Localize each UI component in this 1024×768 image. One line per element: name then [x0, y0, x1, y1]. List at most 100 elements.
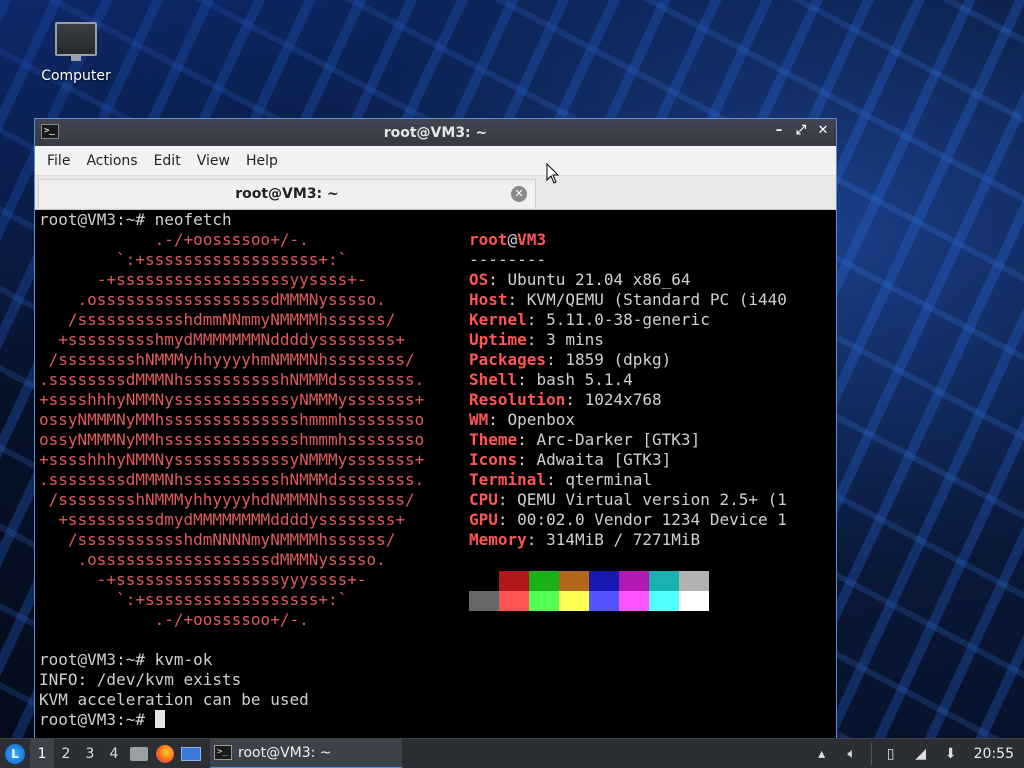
terminal-window: >_ root@VM3: ~ – ⤢ ✕ File Actions Edit V… [34, 118, 837, 738]
logo-line: /ssssssssssshdmNNNNmyNMMMMhssssss/ [39, 530, 396, 549]
folder-icon [130, 746, 148, 761]
info-row-memory: Memory: 314MiB / 7271MiB [469, 530, 701, 549]
window-titlebar[interactable]: >_ root@VM3: ~ – ⤢ ✕ [35, 119, 836, 146]
workspace-2[interactable]: 2 [54, 739, 78, 768]
color-swatch [469, 591, 499, 611]
logo-line: `:+ssssssssssssssssss+:` [39, 250, 348, 269]
close-button[interactable]: ✕ [816, 123, 830, 139]
command-line-kvm-ok: root@VM3:~# kvm-ok [39, 650, 213, 669]
info-row-resolution: Resolution: 1024x768 [469, 390, 662, 409]
logo-line: .-/+oossssoo+/-. [39, 230, 309, 249]
computer-desktop-icon[interactable]: Computer [36, 22, 116, 84]
workspace-4[interactable]: 4 [102, 739, 126, 768]
tray-separator [870, 743, 872, 765]
start-menu-button[interactable]: L [0, 739, 30, 768]
color-swatch [469, 571, 499, 591]
color-swatch [649, 571, 679, 591]
info-row-terminal: Terminal: qterminal [469, 470, 653, 489]
logo-line: /sssssssshNMMMyhhyyyyhmNMMMNhssssssss/ [39, 350, 415, 369]
maximize-button[interactable]: ⤢ [794, 123, 808, 139]
info-row-kernel: Kernel: 5.11.0-38-generic [469, 310, 710, 329]
color-swatch [649, 591, 679, 611]
text-cursor [154, 710, 165, 728]
info-row-packages: Packages: 1859 (dpkg) [469, 350, 672, 369]
lubuntu-logo-icon: L [5, 743, 25, 764]
color-swatch [619, 571, 649, 591]
color-swatch [499, 591, 529, 611]
color-swatch [559, 591, 589, 611]
menu-actions[interactable]: Actions [78, 153, 145, 169]
output-line: KVM acceleration can be used [39, 690, 309, 709]
tray-arrow-icon[interactable]: ▴ [807, 739, 837, 768]
tab-close-icon[interactable]: ✕ [511, 186, 527, 202]
taskbar: L 1 2 3 4 >_ root@VM3: ~ ▴ 🔈︎ ▯ ◢ ⬇︎ 20:… [0, 738, 1024, 768]
clipboard-icon[interactable]: ▯ [876, 739, 906, 768]
menu-view[interactable]: View [189, 153, 238, 169]
menu-help[interactable]: Help [238, 153, 286, 169]
color-palette [469, 571, 709, 611]
color-swatch [529, 571, 559, 591]
update-notifier-icon[interactable]: ⬇︎ [936, 739, 966, 768]
taskbar-task-terminal[interactable]: >_ root@VM3: ~ [210, 738, 402, 768]
info-row-wm: WM: Openbox [469, 410, 575, 429]
info-row-os: OS: Ubuntu 21.04 x86_64 [469, 270, 691, 289]
logo-line: +sssshhhyNMMNyssssssssssssyNMMMysssssss+ [39, 390, 425, 409]
color-swatch [589, 591, 619, 611]
info-row-uptime: Uptime: 3 mins [469, 330, 604, 349]
logo-line: .ssssssssdMMMNhsssssssssshNMMMdssssssss. [39, 470, 425, 489]
network-icon[interactable]: ◢ [906, 739, 936, 768]
logo-line: `:+ssssssssssssssssss+:` [39, 590, 348, 609]
menu-file[interactable]: File [39, 153, 78, 169]
workspace-3[interactable]: 3 [78, 739, 102, 768]
mouse-pointer-icon [546, 163, 560, 184]
clock[interactable]: 20:55 [966, 746, 1024, 762]
terminal-output[interactable]: root@VM3:~# neofetch .-/+oossssoo+/-. `:… [35, 210, 836, 738]
firefox-icon [156, 744, 174, 763]
color-swatch [559, 571, 589, 591]
logo-line: .-/+oossssoo+/-. [39, 610, 309, 629]
info-row-cpu: CPU: QEMU Virtual version 2.5+ (1 [469, 490, 787, 509]
color-swatch [589, 571, 619, 591]
info-row-icons: Icons: Adwaita [GTK3] [469, 450, 672, 469]
minimize-button[interactable]: – [772, 123, 786, 139]
computer-icon-label: Computer [41, 68, 111, 84]
menu-bar: File Actions Edit View Help [35, 146, 836, 176]
logo-line: +sssshhhyNMMNyssssssssssssyNMMMysssssss+ [39, 450, 425, 469]
color-swatch [499, 571, 529, 591]
tab-label: root@VM3: ~ [235, 186, 339, 202]
command-line-neofetch: root@VM3:~# neofetch [39, 210, 232, 229]
file-manager-launcher[interactable] [126, 739, 152, 768]
color-swatch [529, 591, 559, 611]
info-row-shell: Shell: bash 5.1.4 [469, 370, 633, 389]
prompt-text: root@VM3:~# [39, 710, 155, 729]
info-row-host: Host: KVM/QEMU (Standard PC (i440 [469, 290, 787, 309]
logo-line: /sssssssshNMMMyhhyyyyhdNMMMNhssssssss/ [39, 490, 415, 509]
volume-icon[interactable]: 🔈︎ [837, 739, 867, 768]
logo-line: -+sssssssssssssssssyyyssss+- [39, 570, 367, 589]
desktop-icon [181, 746, 201, 761]
terminal-task-icon: >_ [214, 745, 232, 760]
show-desktop-button[interactable] [178, 739, 204, 768]
terminal-app-icon: >_ [41, 124, 59, 139]
logo-line: +ssssssssshmydMMMMMMMNddddyssssssss+ [39, 330, 406, 349]
color-swatch [679, 591, 709, 611]
firefox-launcher[interactable] [152, 739, 178, 768]
info-row-theme: Theme: Arc-Darker [GTK3] [469, 430, 701, 449]
task-label: root@VM3: ~ [238, 744, 332, 761]
tab-bar: root@VM3: ~ ✕ [35, 176, 836, 210]
window-title: root@VM3: ~ [383, 124, 488, 141]
menu-edit[interactable]: Edit [146, 153, 189, 169]
output-line: INFO: /dev/kvm exists [39, 670, 242, 689]
logo-line: ossyNMMMNyMMhsssssssssssssshmmmhssssssso [39, 430, 425, 449]
logo-line: .ossssssssssssssssssdMMMNysssso. [39, 550, 386, 569]
color-swatch [619, 591, 649, 611]
logo-line: ossyNMMMNyMMhsssssssssssssshmmmhssssssso [39, 410, 425, 429]
monitor-icon [55, 22, 97, 61]
terminal-tab[interactable]: root@VM3: ~ ✕ [38, 179, 536, 208]
workspace-1[interactable]: 1 [30, 738, 54, 768]
active-prompt[interactable]: root@VM3:~# [39, 710, 165, 730]
logo-line: .ssssssssdMMMNhsssssssssshNMMMdssssssss. [39, 370, 425, 389]
logo-line: +sssssssssdmydMMMMMMMMddddyssssssss+ [39, 510, 406, 529]
neofetch-separator: -------- [469, 250, 547, 269]
info-row-gpu: GPU: 00:02.0 Vendor 1234 Device 1 [469, 510, 787, 529]
